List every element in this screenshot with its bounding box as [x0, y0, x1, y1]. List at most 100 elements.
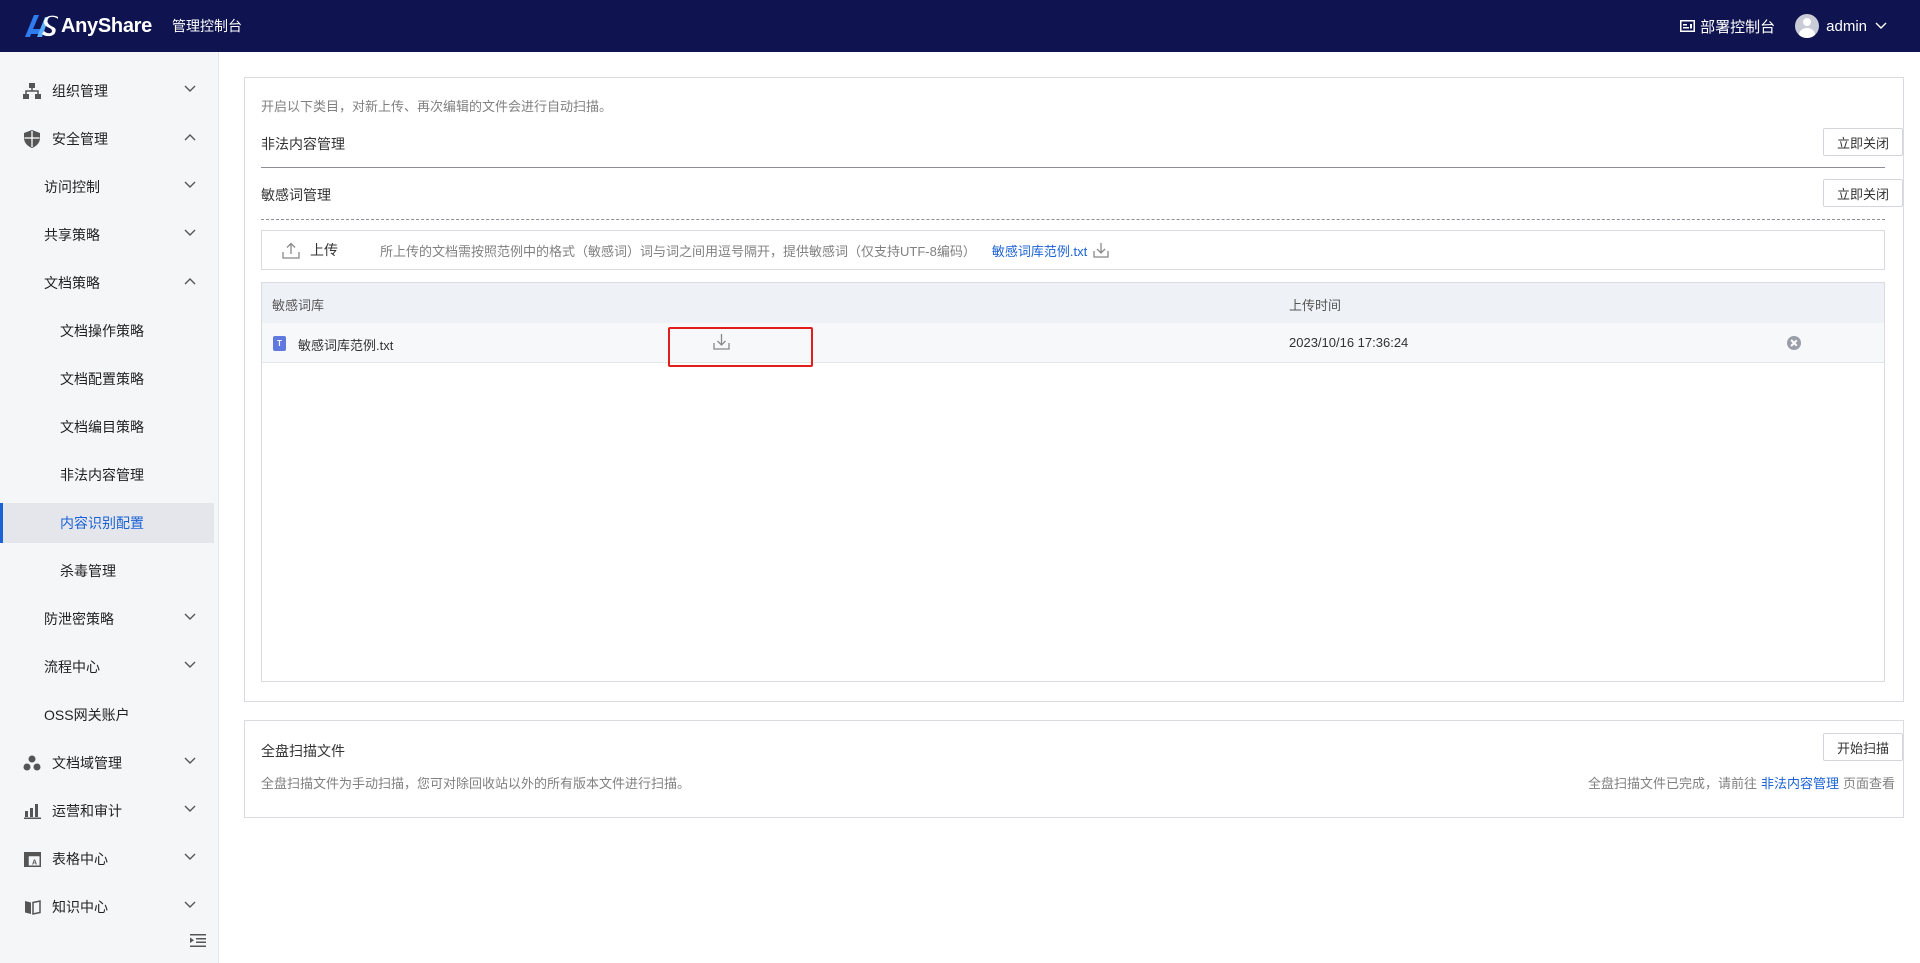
- sidebar: 组织管理 安全管理 访问控制 共享策略 文档策略 文档操作策略 文档配置策略 文…: [0, 52, 219, 963]
- chevron-down-icon: [184, 661, 196, 668]
- console-title: 管理控制台: [171, 18, 242, 34]
- illegal-content-link[interactable]: 非法内容管理: [1761, 776, 1839, 791]
- sidebar-item-label: 非法内容管理: [60, 467, 144, 483]
- sidebar-item-workflow-center[interactable]: 流程中心: [0, 647, 219, 687]
- sidebar-item-doc-catalog-policy[interactable]: 文档编目策略: [0, 407, 219, 447]
- sidebar-item-label: 组织管理: [52, 83, 108, 99]
- chevron-down-icon: [184, 85, 196, 92]
- sidebar-item-label: 文档策略: [44, 275, 100, 291]
- divider: [261, 167, 1885, 168]
- table-row[interactable]: T 敏感词库范例.txt 2023/10/16 17:36:24: [262, 323, 1884, 363]
- sidebar-item-document-policy[interactable]: 文档策略: [0, 263, 219, 303]
- sidebar-item-label: 安全管理: [52, 131, 108, 147]
- illegal-content-title: 非法内容管理: [261, 136, 345, 152]
- upload-button[interactable]: 上传: [282, 240, 338, 260]
- org-structure-icon: [22, 81, 42, 101]
- sidebar-item-org-management[interactable]: 组织管理: [0, 71, 219, 111]
- chevron-up-icon: [184, 134, 196, 141]
- sidebar-item-access-control[interactable]: 访问控制: [0, 167, 219, 207]
- anyshare-logo-icon: [25, 15, 58, 37]
- auto-scan-description: 开启以下类目，对新上传、再次编辑的文件会进行自动扫描。: [261, 99, 613, 114]
- collapse-sidebar-button[interactable]: [190, 934, 206, 950]
- highlight-box: [668, 327, 813, 367]
- chevron-down-icon: [184, 757, 196, 764]
- sidebar-item-label: 共享策略: [44, 227, 100, 243]
- sidebar-item-security-management[interactable]: 安全管理: [0, 119, 219, 159]
- chevron-down-icon: [184, 613, 196, 620]
- sidebar-item-oss-gateway[interactable]: OSS网关账户: [0, 695, 219, 735]
- sidebar-item-doc-config-policy[interactable]: 文档配置策略: [0, 359, 219, 399]
- full-scan-description: 全盘扫描文件为手动扫描，您可对除回收站以外的所有版本文件进行扫描。: [261, 776, 691, 791]
- sidebar-item-doc-operation-policy[interactable]: 文档操作策略: [0, 311, 219, 351]
- sidebar-item-antivirus[interactable]: 杀毒管理: [0, 551, 219, 591]
- column-header-upload-time: 上传时间: [1289, 298, 1342, 313]
- main-content: 开启以下类目，对新上传、再次编辑的文件会进行自动扫描。 非法内容管理 立即关闭 …: [220, 52, 1920, 963]
- menu-fold-icon: [190, 934, 206, 947]
- sidebar-item-label: 文档域管理: [52, 755, 122, 771]
- sidebar-item-label: 防泄密策略: [44, 611, 114, 627]
- upload-bar: 上传 所上传的文档需按照范例中的格式（敏感词）词与词之间用逗号隔开，提供敏感词（…: [261, 230, 1885, 270]
- shield-icon: [22, 129, 42, 149]
- deploy-console-link[interactable]: 部署控制台: [1680, 16, 1775, 37]
- book-icon: [22, 897, 42, 917]
- sidebar-item-label: 运营和审计: [52, 803, 122, 819]
- avatar: [1795, 14, 1820, 38]
- sidebar-item-label: 文档配置策略: [60, 371, 144, 387]
- sidebar-item-label: 访问控制: [44, 179, 100, 195]
- sidebar-item-label: 文档编目策略: [60, 419, 144, 435]
- upload-time: 2023/10/16 17:36:24: [1289, 335, 1409, 350]
- top-bar: AnyShare 管理控制台 部署控制台 admin: [0, 0, 1920, 52]
- close-sensitive-words-button[interactable]: 立即关闭: [1822, 179, 1903, 207]
- sidebar-item-doc-domain[interactable]: 文档域管理: [0, 743, 219, 783]
- sidebar-item-operations-audit[interactable]: 运营和审计: [0, 791, 219, 831]
- upload-icon: [282, 242, 300, 259]
- column-header-library: 敏感词库: [272, 298, 325, 313]
- deploy-console-label: 部署控制台: [1700, 18, 1776, 36]
- content-recognition-panel: 开启以下类目，对新上传、再次编辑的文件会进行自动扫描。 非法内容管理 立即关闭 …: [244, 77, 1904, 702]
- file-name: 敏感词库范例.txt: [298, 338, 394, 353]
- close-illegal-content-button[interactable]: 立即关闭: [1822, 128, 1903, 156]
- bar-chart-icon: [22, 801, 42, 821]
- user-menu[interactable]: admin: [1795, 14, 1887, 38]
- sidebar-item-label: 内容识别配置: [60, 515, 144, 531]
- sidebar-item-table-center[interactable]: A 表格中心: [0, 839, 219, 879]
- logo-text: AnyShare: [61, 14, 152, 37]
- sidebar-item-label: 杀毒管理: [60, 563, 116, 579]
- sensitive-words-title: 敏感词管理: [261, 187, 331, 203]
- sample-download-icon[interactable]: [1093, 242, 1109, 258]
- scan-status-suffix: 页面查看: [1842, 776, 1895, 791]
- sidebar-item-label: 文档操作策略: [60, 323, 144, 339]
- chevron-down-icon: [184, 901, 196, 908]
- chevron-up-icon: [184, 278, 196, 285]
- sidebar-item-label: 表格中心: [52, 851, 108, 867]
- start-scan-button[interactable]: 开始扫描: [1822, 733, 1903, 761]
- dashed-divider: [261, 219, 1885, 220]
- chevron-down-icon: [184, 229, 196, 236]
- sidebar-item-illegal-content[interactable]: 非法内容管理: [0, 455, 219, 495]
- upload-label: 上传: [310, 242, 338, 258]
- console-icon: [1680, 20, 1696, 32]
- upload-hint: 所上传的文档需按照范例中的格式（敏感词）词与词之间用逗号隔开，提供敏感词（仅支持…: [380, 243, 976, 259]
- sidebar-item-label: 知识中心: [52, 899, 108, 915]
- chevron-down-icon: [1875, 22, 1887, 29]
- sidebar-item-knowledge-center[interactable]: 知识中心: [0, 887, 219, 927]
- logo[interactable]: AnyShare: [25, 15, 152, 38]
- sidebar-item-dlp-policy[interactable]: 防泄密策略: [0, 599, 219, 639]
- chevron-down-icon: [184, 181, 196, 188]
- chevron-down-icon: [184, 853, 196, 860]
- delete-icon[interactable]: [1787, 336, 1801, 350]
- scan-status: 全盘扫描文件已完成，请前往 非法内容管理 页面查看: [1588, 773, 1895, 792]
- full-scan-title: 全盘扫描文件: [261, 743, 345, 759]
- txt-file-icon: T: [273, 336, 286, 351]
- table-header: 敏感词库 上传时间: [262, 283, 1884, 323]
- table-icon: A: [22, 849, 42, 869]
- sample-file-link[interactable]: 敏感词库范例.txt: [992, 241, 1087, 260]
- doc-domain-icon: [22, 753, 42, 773]
- sidebar-item-sharing-policy[interactable]: 共享策略: [0, 215, 219, 255]
- sidebar-item-content-recognition[interactable]: 内容识别配置: [0, 503, 214, 543]
- sidebar-item-label: OSS网关账户: [44, 707, 130, 723]
- username: admin: [1826, 17, 1867, 35]
- svg-text:A: A: [31, 859, 36, 866]
- scan-status-prefix: 全盘扫描文件已完成，请前往: [1587, 776, 1757, 791]
- sidebar-item-label: 流程中心: [44, 659, 100, 675]
